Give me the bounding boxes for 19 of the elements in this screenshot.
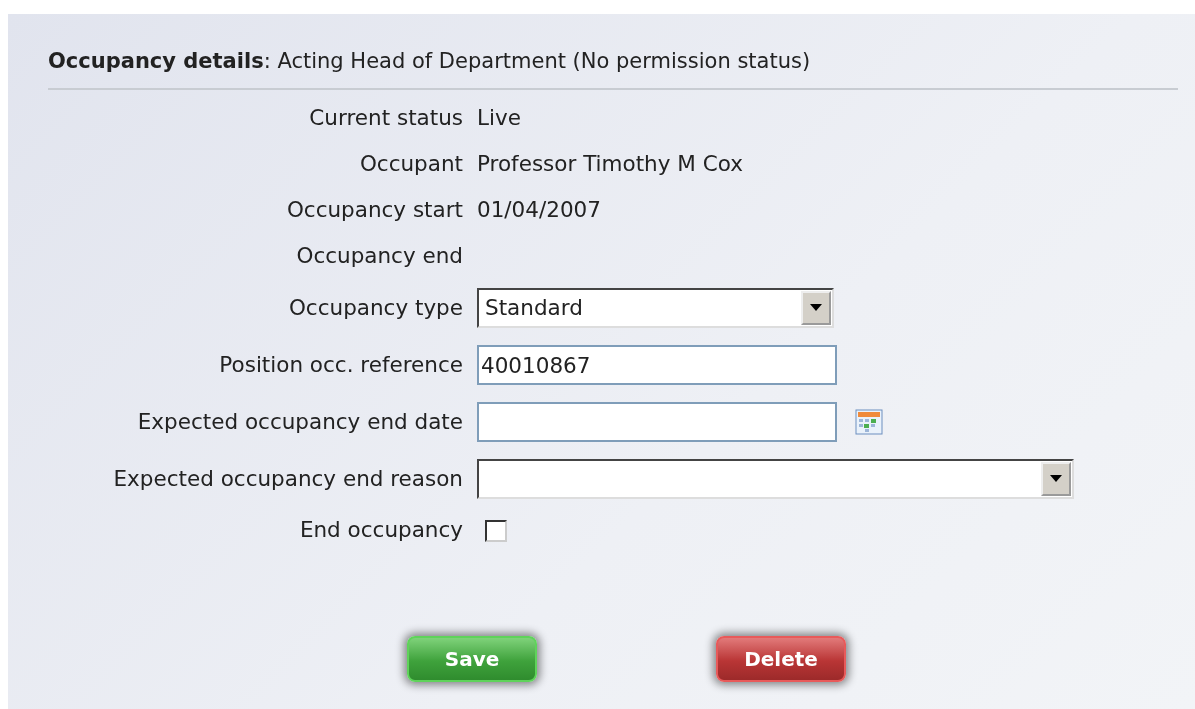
field-label: Occupancy type (288, 293, 463, 322)
field-value: Live (477, 104, 521, 133)
field-label: Position occ. reference (219, 350, 463, 379)
section-title: Occupancy details: Acting Head of Department (No permission status) (48, 49, 811, 73)
field-label: Occupancy end (296, 242, 463, 271)
field-label: Occupant (359, 150, 463, 179)
field-value: 01/04/2007 (477, 196, 601, 225)
field-label: Expected occupancy end date (137, 407, 463, 436)
delete-button[interactable]: Delete (716, 635, 846, 682)
field-label: Occupancy start (286, 196, 463, 225)
dropdown[interactable] (477, 459, 1074, 499)
field-label: End occupancy (299, 516, 463, 545)
dropdown[interactable]: Standard (477, 288, 834, 328)
input-field[interactable] (477, 402, 837, 442)
field-value: Professor Timothy M Cox (477, 150, 743, 179)
field-label: Expected occupancy end reason (113, 464, 463, 493)
input-field[interactable]: 40010867 (477, 345, 837, 385)
checkbox[interactable] (485, 519, 507, 542)
field-label: Current status (309, 104, 463, 133)
